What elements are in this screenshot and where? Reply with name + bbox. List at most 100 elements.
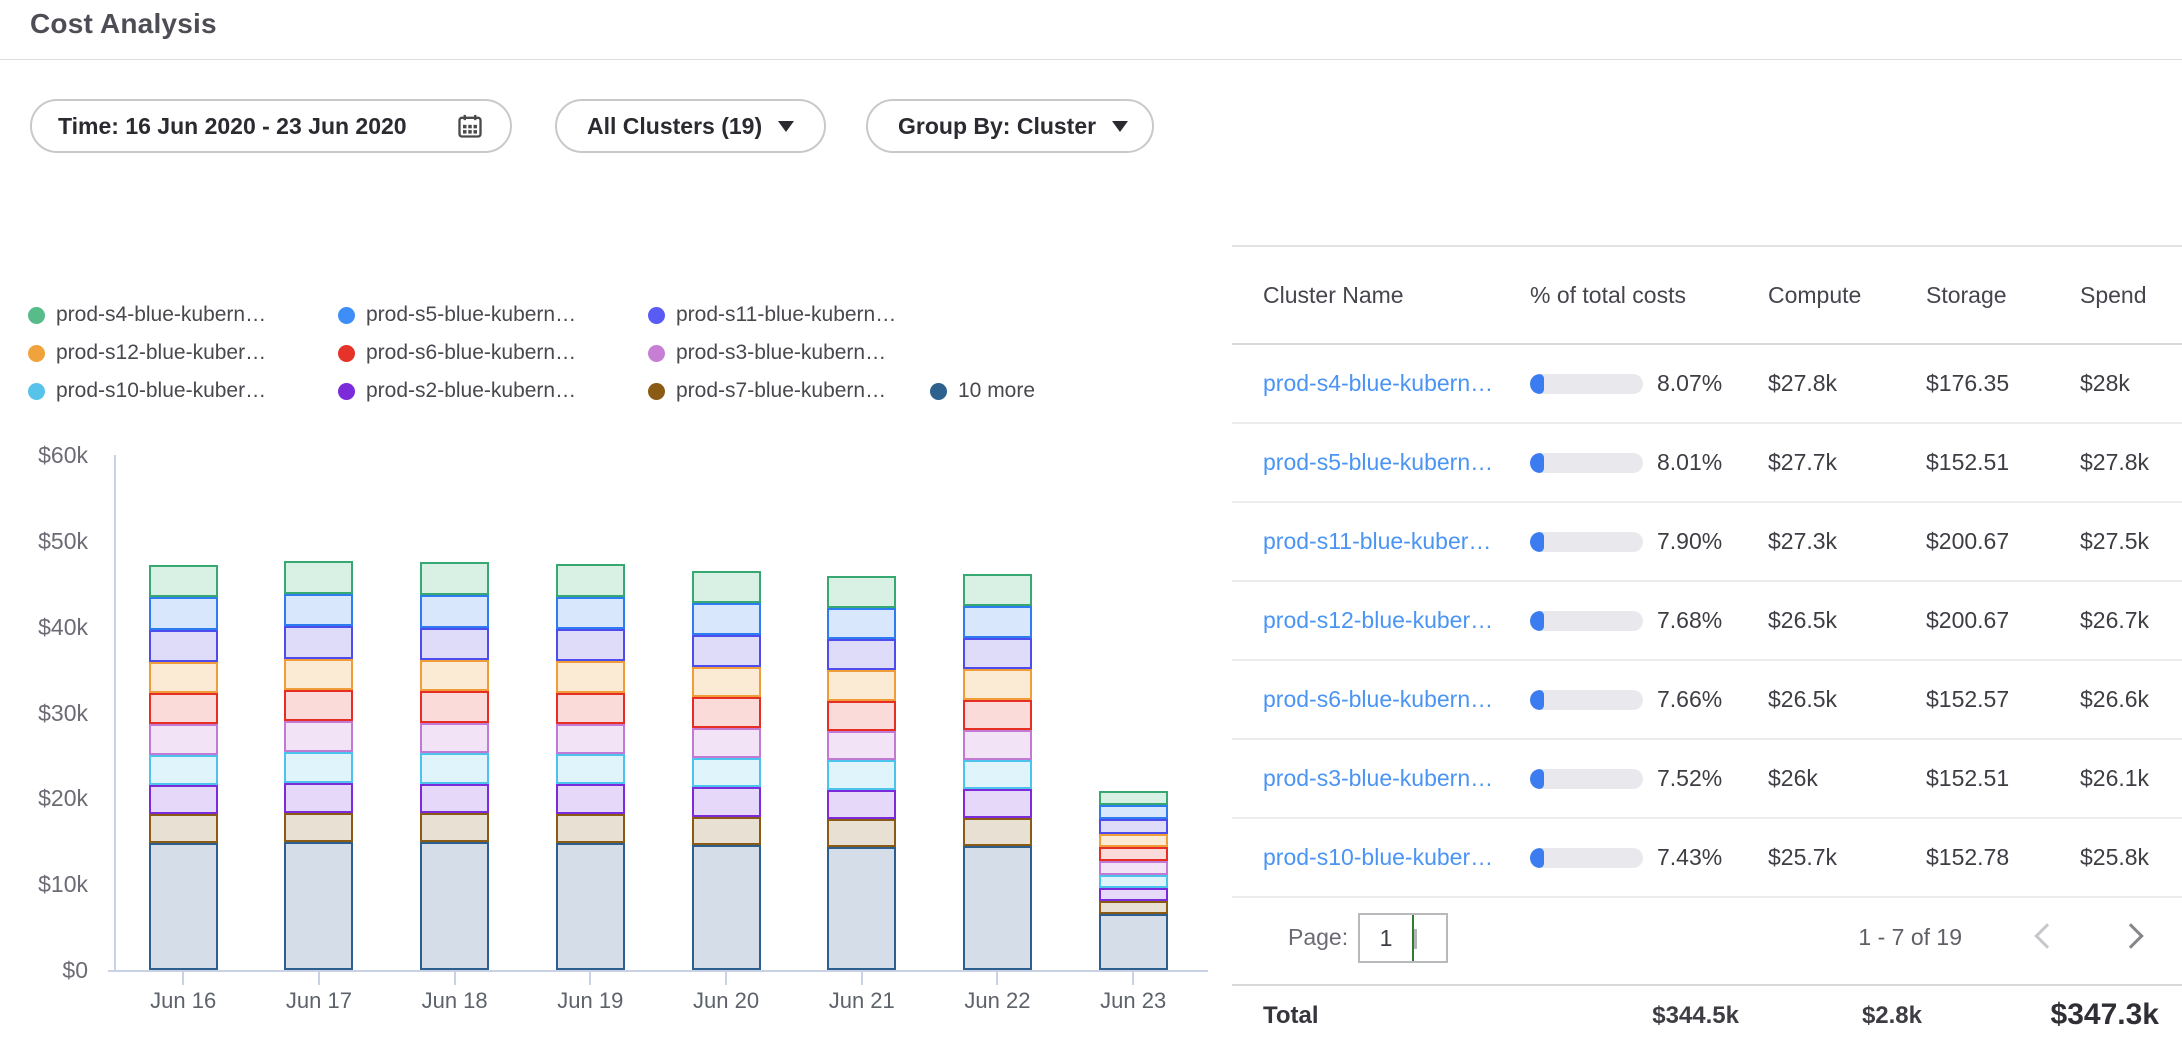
bar-segment-prod-s7-blue-kubern[interactable]	[963, 818, 1032, 846]
legend-item[interactable]: prod-s6-blue-kubern…	[338, 334, 576, 372]
bar-segment-10-more[interactable]	[420, 842, 489, 970]
bar-segment-prod-s12-blue-kuber[interactable]	[827, 670, 896, 700]
bar-segment-prod-s2-blue-kubern[interactable]	[692, 787, 761, 816]
bar-segment-prod-s10-blue-kuber[interactable]	[149, 755, 218, 785]
bar-jun-21[interactable]	[827, 576, 896, 970]
bar-segment-prod-s12-blue-kuber[interactable]	[963, 669, 1032, 699]
group-by-dropdown[interactable]: Group By: Cluster	[866, 99, 1154, 153]
legend-item[interactable]: prod-s7-blue-kubern…	[648, 372, 886, 410]
bar-segment-prod-s7-blue-kubern[interactable]	[420, 813, 489, 842]
bar-jun-19[interactable]	[556, 564, 625, 970]
bar-segment-prod-s6-blue-kubern[interactable]	[149, 693, 218, 724]
bar-segment-10-more[interactable]	[827, 847, 896, 970]
bar-segment-prod-s10-blue-kuber[interactable]	[556, 754, 625, 784]
bar-segment-prod-s2-blue-kubern[interactable]	[827, 790, 896, 819]
bar-jun-20[interactable]	[692, 571, 761, 970]
bar-segment-prod-s5-blue-kubern[interactable]	[827, 608, 896, 640]
bar-segment-prod-s2-blue-kubern[interactable]	[556, 784, 625, 814]
cluster-name-link[interactable]: prod-s3-blue-kubern…	[1263, 765, 1530, 792]
bar-segment-prod-s10-blue-kuber[interactable]	[284, 752, 353, 782]
legend-item[interactable]: prod-s12-blue-kuber…	[28, 334, 266, 372]
bar-segment-prod-s4-blue-kubern[interactable]	[149, 565, 218, 598]
bar-segment-10-more[interactable]	[963, 846, 1032, 970]
cluster-name-link[interactable]: prod-s12-blue-kuber…	[1263, 607, 1530, 634]
legend-item[interactable]: prod-s5-blue-kubern…	[338, 296, 576, 334]
bar-segment-prod-s3-blue-kubern[interactable]	[149, 724, 218, 754]
cluster-name-link[interactable]: prod-s4-blue-kubern…	[1263, 370, 1530, 397]
previous-page-button[interactable]	[2032, 922, 2062, 952]
cluster-name-link[interactable]: prod-s5-blue-kubern…	[1263, 449, 1530, 476]
bar-segment-10-more[interactable]	[149, 843, 218, 970]
bar-segment-prod-s5-blue-kubern[interactable]	[556, 597, 625, 630]
bar-segment-prod-s4-blue-kubern[interactable]	[692, 571, 761, 603]
bar-segment-prod-s4-blue-kubern[interactable]	[963, 574, 1032, 606]
bar-segment-prod-s2-blue-kubern[interactable]	[1099, 888, 1168, 901]
bar-segment-prod-s6-blue-kubern[interactable]	[556, 693, 625, 724]
bar-segment-prod-s11-blue-kuber[interactable]	[692, 635, 761, 666]
bar-segment-10-more[interactable]	[1099, 914, 1168, 970]
cluster-name-link[interactable]: prod-s11-blue-kuber…	[1263, 528, 1530, 555]
clusters-filter-dropdown[interactable]: All Clusters (19)	[555, 99, 826, 153]
bar-jun-17[interactable]	[284, 561, 353, 970]
bar-segment-prod-s11-blue-kuber[interactable]	[827, 639, 896, 670]
bar-jun-16[interactable]	[149, 565, 218, 970]
page-number-select[interactable]: 1	[1358, 913, 1448, 963]
bar-segment-prod-s5-blue-kubern[interactable]	[149, 597, 218, 629]
bar-segment-prod-s4-blue-kubern[interactable]	[420, 562, 489, 595]
bar-segment-10-more[interactable]	[556, 843, 625, 970]
bar-segment-prod-s2-blue-kubern[interactable]	[149, 785, 218, 815]
cluster-name-link[interactable]: prod-s6-blue-kubern…	[1263, 686, 1530, 713]
bar-segment-prod-s4-blue-kubern[interactable]	[827, 576, 896, 608]
bar-segment-prod-s12-blue-kuber[interactable]	[556, 661, 625, 692]
legend-item[interactable]: prod-s4-blue-kubern…	[28, 296, 266, 334]
legend-item[interactable]: prod-s11-blue-kubern…	[648, 296, 896, 334]
bar-segment-prod-s12-blue-kuber[interactable]	[692, 667, 761, 698]
bar-segment-prod-s5-blue-kubern[interactable]	[284, 594, 353, 627]
bar-segment-prod-s7-blue-kubern[interactable]	[149, 814, 218, 843]
legend-item[interactable]: 10 more	[930, 372, 1035, 410]
bar-segment-prod-s2-blue-kubern[interactable]	[284, 783, 353, 813]
bar-segment-prod-s10-blue-kuber[interactable]	[827, 760, 896, 789]
bar-segment-prod-s5-blue-kubern[interactable]	[692, 603, 761, 635]
bar-segment-prod-s7-blue-kubern[interactable]	[1099, 901, 1168, 914]
bar-jun-18[interactable]	[420, 562, 489, 970]
bar-segment-prod-s4-blue-kubern[interactable]	[1099, 791, 1168, 806]
bar-segment-10-more[interactable]	[284, 842, 353, 970]
bar-segment-prod-s6-blue-kubern[interactable]	[420, 691, 489, 722]
bar-segment-prod-s6-blue-kubern[interactable]	[1099, 847, 1168, 861]
bar-segment-prod-s11-blue-kuber[interactable]	[149, 630, 218, 662]
bar-segment-prod-s11-blue-kuber[interactable]	[1099, 819, 1168, 833]
bar-segment-prod-s11-blue-kuber[interactable]	[963, 638, 1032, 669]
bar-segment-prod-s2-blue-kubern[interactable]	[420, 784, 489, 814]
legend-item[interactable]: prod-s2-blue-kubern…	[338, 372, 576, 410]
bar-segment-prod-s3-blue-kubern[interactable]	[827, 731, 896, 761]
bar-segment-prod-s4-blue-kubern[interactable]	[284, 561, 353, 594]
bar-segment-prod-s6-blue-kubern[interactable]	[963, 700, 1032, 730]
bar-segment-prod-s12-blue-kuber[interactable]	[1099, 834, 1168, 848]
next-page-button[interactable]	[2116, 922, 2146, 952]
bar-segment-prod-s3-blue-kubern[interactable]	[556, 724, 625, 755]
bar-segment-prod-s3-blue-kubern[interactable]	[963, 730, 1032, 760]
bar-segment-prod-s6-blue-kubern[interactable]	[284, 690, 353, 721]
bar-segment-prod-s3-blue-kubern[interactable]	[692, 728, 761, 758]
bar-segment-prod-s6-blue-kubern[interactable]	[827, 701, 896, 731]
bar-segment-10-more[interactable]	[692, 845, 761, 970]
bar-segment-prod-s5-blue-kubern[interactable]	[420, 595, 489, 628]
bar-segment-prod-s7-blue-kubern[interactable]	[827, 819, 896, 847]
bar-segment-prod-s7-blue-kubern[interactable]	[692, 817, 761, 845]
bar-segment-prod-s10-blue-kuber[interactable]	[692, 758, 761, 788]
bar-segment-prod-s10-blue-kuber[interactable]	[1099, 875, 1168, 888]
legend-item[interactable]: prod-s3-blue-kubern…	[648, 334, 886, 372]
bar-segment-prod-s11-blue-kuber[interactable]	[556, 629, 625, 661]
bar-segment-prod-s10-blue-kuber[interactable]	[963, 760, 1032, 789]
bar-segment-prod-s12-blue-kuber[interactable]	[284, 659, 353, 690]
bar-segment-prod-s2-blue-kubern[interactable]	[963, 789, 1032, 818]
legend-item[interactable]: prod-s10-blue-kuber…	[28, 372, 266, 410]
bar-segment-prod-s12-blue-kuber[interactable]	[149, 662, 218, 693]
bar-segment-prod-s12-blue-kuber[interactable]	[420, 660, 489, 691]
bar-segment-prod-s3-blue-kubern[interactable]	[420, 723, 489, 754]
bar-segment-prod-s3-blue-kubern[interactable]	[1099, 861, 1168, 874]
bar-segment-prod-s10-blue-kuber[interactable]	[420, 753, 489, 783]
bar-segment-prod-s11-blue-kuber[interactable]	[420, 628, 489, 660]
cluster-name-link[interactable]: prod-s10-blue-kuber…	[1263, 844, 1530, 871]
